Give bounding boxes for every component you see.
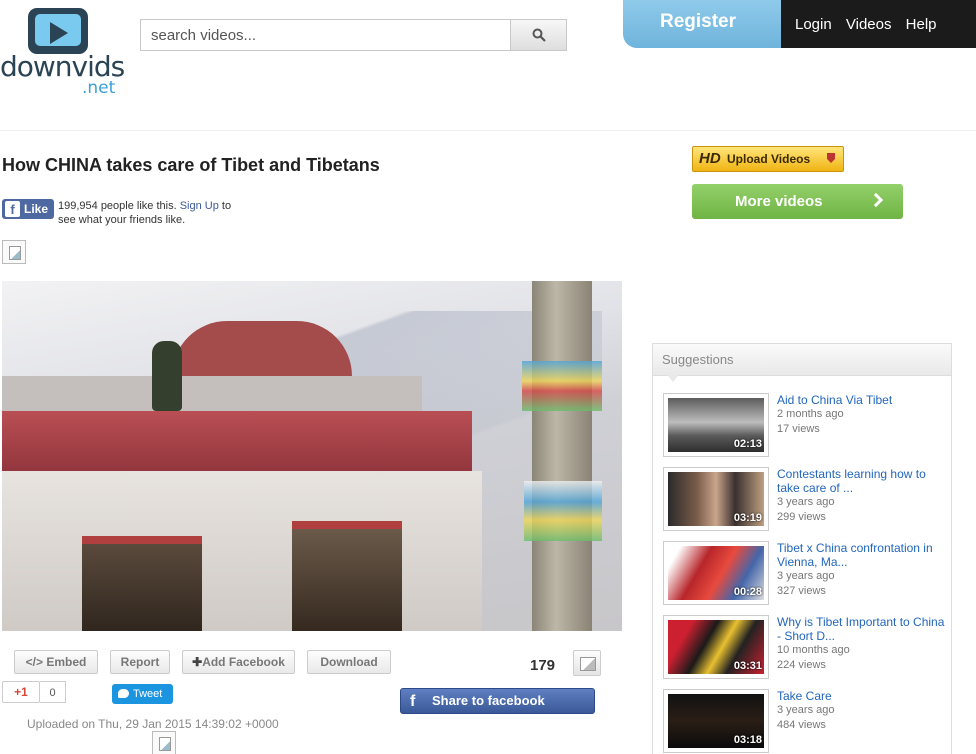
- header-divider: [0, 130, 976, 131]
- suggestion-duration: 00:28: [733, 586, 762, 598]
- suggestion-title-link[interactable]: Why is Tibet Important to China - Short …: [777, 615, 951, 643]
- video-frame-red-band: [2, 411, 472, 471]
- hd-upload-label: Upload Videos: [727, 152, 811, 166]
- top-nav: Login Videos Help: [781, 0, 976, 48]
- suggestion-duration: 02:13: [733, 438, 762, 450]
- hd-badge: HD: [699, 150, 721, 167]
- video-frame-dome: [172, 321, 352, 381]
- suggestion-views: 299 views: [777, 511, 826, 523]
- suggestions-header: Suggestions: [653, 344, 951, 382]
- suggestion-age: 3 years ago: [777, 704, 835, 716]
- video-frame-pillar: [532, 281, 592, 631]
- broken-image-icon: [152, 731, 176, 754]
- like-signup-link[interactable]: Sign Up: [180, 200, 219, 212]
- search-icon: [532, 28, 546, 42]
- download-button[interactable]: Download: [307, 650, 391, 674]
- google-plus-count: 0: [40, 681, 66, 703]
- suggestion-title-link[interactable]: Contestants learning how to take care of…: [777, 467, 951, 495]
- suggestion-views: 17 views: [777, 423, 820, 435]
- suggestion-age: 3 years ago: [777, 496, 835, 508]
- arrow-down-icon: [827, 153, 835, 163]
- embed-button[interactable]: </> Embed: [14, 650, 98, 674]
- video-frame-soldier: [152, 341, 182, 411]
- nav-login[interactable]: Login: [795, 16, 832, 33]
- suggestion-thumbnail[interactable]: 03:31: [663, 615, 769, 679]
- tweet-button[interactable]: Tweet: [112, 684, 173, 704]
- more-videos-button[interactable]: More videos: [692, 184, 903, 219]
- suggestion-item[interactable]: 02:13 Aid to China Via Tibet 2 months ag…: [663, 393, 953, 457]
- chevron-right-icon: [868, 192, 884, 208]
- suggestion-age: 3 years ago: [777, 570, 835, 582]
- suggestion-views: 484 views: [777, 719, 826, 731]
- plus-icon: ✚: [192, 655, 203, 669]
- logo-tld: .net: [82, 78, 116, 98]
- suggestion-title-link[interactable]: Aid to China Via Tibet: [777, 393, 951, 407]
- suggestion-thumbnail[interactable]: 03:18: [663, 689, 769, 753]
- hd-upload-videos-button[interactable]: HD Upload Videos: [692, 146, 844, 172]
- upload-date: Uploaded on Thu, 29 Jan 2015 14:39:02 +0…: [27, 717, 279, 731]
- google-plus-one-button[interactable]: +1: [2, 681, 40, 703]
- facebook-like-button[interactable]: f Like: [2, 199, 54, 219]
- play-icon: [50, 22, 68, 44]
- like-label: Like: [24, 202, 49, 216]
- embed-label: Embed: [46, 655, 87, 669]
- video-frame-roof: [2, 376, 422, 416]
- suggestion-duration: 03:19: [733, 512, 762, 524]
- search-input[interactable]: [140, 19, 512, 51]
- facebook-icon: f: [5, 201, 20, 217]
- search-button[interactable]: [510, 19, 567, 51]
- site-logo[interactable]: downvids .net: [0, 8, 125, 98]
- video-frame-prayer-flags: [522, 361, 602, 411]
- suggestion-thumbnail[interactable]: 00:28: [663, 541, 769, 605]
- suggestion-duration: 03:31: [733, 660, 762, 672]
- suggestion-views: 224 views: [777, 659, 826, 671]
- report-button[interactable]: Report: [110, 650, 170, 674]
- suggestion-age: 2 months ago: [777, 408, 844, 420]
- video-frame-wall: [2, 471, 482, 631]
- suggestion-item[interactable]: 03:18 Take Care 3 years ago 484 views: [663, 689, 953, 753]
- video-frame-prayer-flags: [524, 481, 602, 541]
- share-facebook-label: Share to facebook: [432, 693, 545, 708]
- suggestion-title-link[interactable]: Take Care: [777, 689, 951, 703]
- twitter-bird-icon: [118, 689, 129, 698]
- suggestion-title-link[interactable]: Tibet x China confrontation in Vienna, M…: [777, 541, 951, 569]
- like-count: 199,954 people like this.: [58, 200, 177, 212]
- facebook-icon: f: [410, 693, 416, 710]
- suggestions-panel: Suggestions 02:13 Aid to China Via Tibet…: [652, 343, 952, 754]
- suggestion-age: 10 months ago: [777, 644, 850, 656]
- suggestion-item[interactable]: 00:28 Tibet x China confrontation in Vie…: [663, 541, 953, 605]
- nav-help[interactable]: Help: [906, 16, 937, 33]
- suggestion-views: 327 views: [777, 585, 826, 597]
- like-count-text: 199,954 people like this. Sign Up to see…: [58, 199, 233, 227]
- suggestion-thumbnail[interactable]: 03:19: [663, 467, 769, 531]
- video-player[interactable]: [2, 281, 622, 631]
- suggestion-item[interactable]: 03:31 Why is Tibet Important to China - …: [663, 615, 953, 679]
- more-videos-label: More videos: [735, 193, 823, 210]
- video-title: How CHINA takes care of Tibet and Tibeta…: [2, 155, 380, 175]
- register-button[interactable]: Register: [623, 0, 781, 48]
- video-frame-window: [82, 536, 202, 631]
- add-facebook-label: Add Facebook: [202, 655, 285, 669]
- tweet-label: Tweet: [133, 688, 163, 700]
- suggestion-item[interactable]: 03:19 Contestants learning how to take c…: [663, 467, 953, 531]
- suggestion-thumbnail[interactable]: 02:13: [663, 393, 769, 457]
- view-count: 179: [530, 657, 556, 674]
- nav-videos[interactable]: Videos: [846, 16, 892, 33]
- video-frame-window: [292, 521, 402, 631]
- broken-image-icon: [2, 240, 26, 264]
- add-facebook-button[interactable]: ✚Add Facebook: [182, 650, 295, 674]
- share-to-facebook-button[interactable]: f Share to facebook: [400, 688, 595, 714]
- stats-chart-icon[interactable]: [573, 650, 601, 676]
- code-icon: </>: [25, 655, 43, 669]
- suggestion-duration: 03:18: [733, 734, 762, 746]
